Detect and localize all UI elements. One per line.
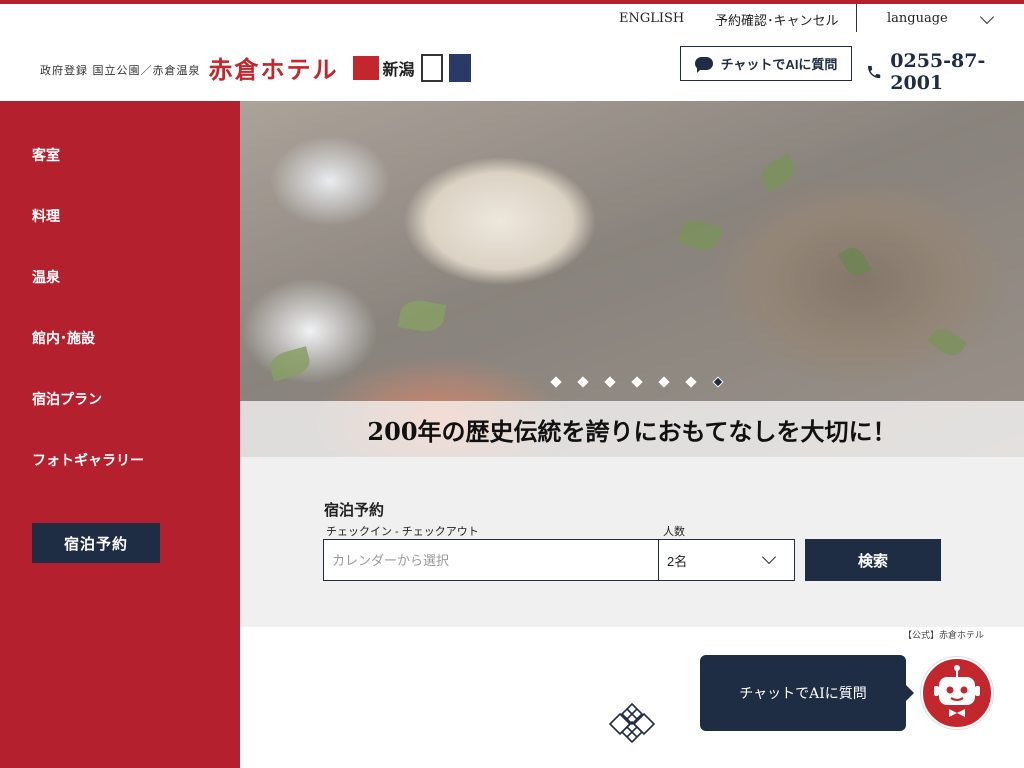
hero-slider: 200年の歴史伝統を誇りにおもてなしを大切に！ [240, 101, 1024, 457]
sidebar: 客室 料理 温泉 館内･施設 宿泊プラン フォトギャラリー 宿泊予約 [0, 101, 240, 768]
niigata-sake-badge-icon [448, 53, 471, 82]
sidebar-item-onsen[interactable]: 温泉 [32, 267, 60, 287]
booking-title: 宿泊予約 [324, 502, 385, 519]
niigata-gohan-badge-icon [420, 53, 443, 82]
sidebar-item-cuisine[interactable]: 料理 [32, 206, 60, 226]
chevron-down-icon [761, 549, 777, 565]
slider-dots [240, 376, 1024, 388]
language-label: language [887, 10, 948, 26]
slider-dot[interactable] [658, 376, 670, 388]
phone-number[interactable]: 0255-87-2001 [866, 50, 1024, 94]
chatbot-robot-icon[interactable] [921, 657, 993, 729]
slider-dot[interactable] [577, 376, 589, 388]
people-label: 人数 [663, 526, 685, 538]
slider-dot[interactable] [604, 376, 616, 388]
sidebar-item-rooms[interactable]: 客室 [32, 145, 60, 165]
phone-number-text: 0255-87-2001 [890, 50, 986, 94]
english-link[interactable]: ENGLISH [619, 11, 684, 26]
chevron-down-icon [979, 9, 995, 25]
niigata-badge-text: 新潟 [382, 59, 415, 79]
date-range-label: チェックイン - チェックアウト [326, 526, 479, 538]
search-button[interactable]: 検索 [805, 539, 941, 581]
site-header: ENGLISH 予約確認･キャンセル language 政府登録 国立公園／赤倉… [0, 4, 1024, 101]
date-range-input[interactable] [323, 539, 659, 581]
knot-ornament-icon [608, 702, 656, 744]
sidebar-item-facilities[interactable]: 館内･施設 [32, 328, 95, 348]
people-select-value: 2名 [667, 553, 688, 569]
phone-icon [868, 65, 881, 79]
image-credit: 【公式】赤倉ホテル [903, 630, 985, 640]
sidebar-item-gallery[interactable]: フォトギャラリー [32, 450, 144, 470]
robot-face-icon [934, 665, 980, 717]
logo-subtitle: 政府登録 国立公園／赤倉温泉 [40, 63, 201, 77]
reservation-check-link[interactable]: 予約確認･キャンセル [715, 10, 839, 29]
booking-panel: 宿泊予約 チェックイン - チェックアウト 人数 2名 検索 [240, 457, 1024, 627]
niigata-badge: 新潟 [352, 55, 415, 80]
site-logo[interactable]: 政府登録 国立公園／赤倉温泉 赤倉ホテル 新潟 [40, 50, 471, 85]
chat-ai-button-label: チャットでAIに質問 [720, 57, 838, 72]
hero-tagline: 200年の歴史伝統を誇りにおもてなしを大切に！ [367, 416, 897, 446]
tagline-band: 200年の歴史伝統を誇りにおもてなしを大切に！ [240, 401, 1024, 457]
slider-dot[interactable] [631, 376, 643, 388]
floating-chat-label: チャットでAIに質問 [739, 686, 867, 702]
slider-dot[interactable] [550, 376, 562, 388]
slider-dot-active[interactable] [712, 376, 724, 388]
language-select[interactable]: language [856, 4, 1024, 32]
logo-name: 赤倉ホテル [208, 55, 339, 84]
sidebar-item-plans[interactable]: 宿泊プラン [32, 389, 102, 409]
chat-bubble-icon [694, 57, 713, 73]
people-select[interactable]: 2名 [658, 539, 795, 581]
chat-ai-button[interactable]: チャットでAIに質問 [680, 46, 852, 81]
floating-chat-button[interactable]: チャットでAIに質問 [700, 655, 914, 731]
slider-dot[interactable] [685, 376, 697, 388]
sidebar-book-button[interactable]: 宿泊予約 [32, 523, 160, 563]
niigata-mark-icon [352, 55, 379, 80]
logo-badges: 新潟 [352, 53, 471, 82]
